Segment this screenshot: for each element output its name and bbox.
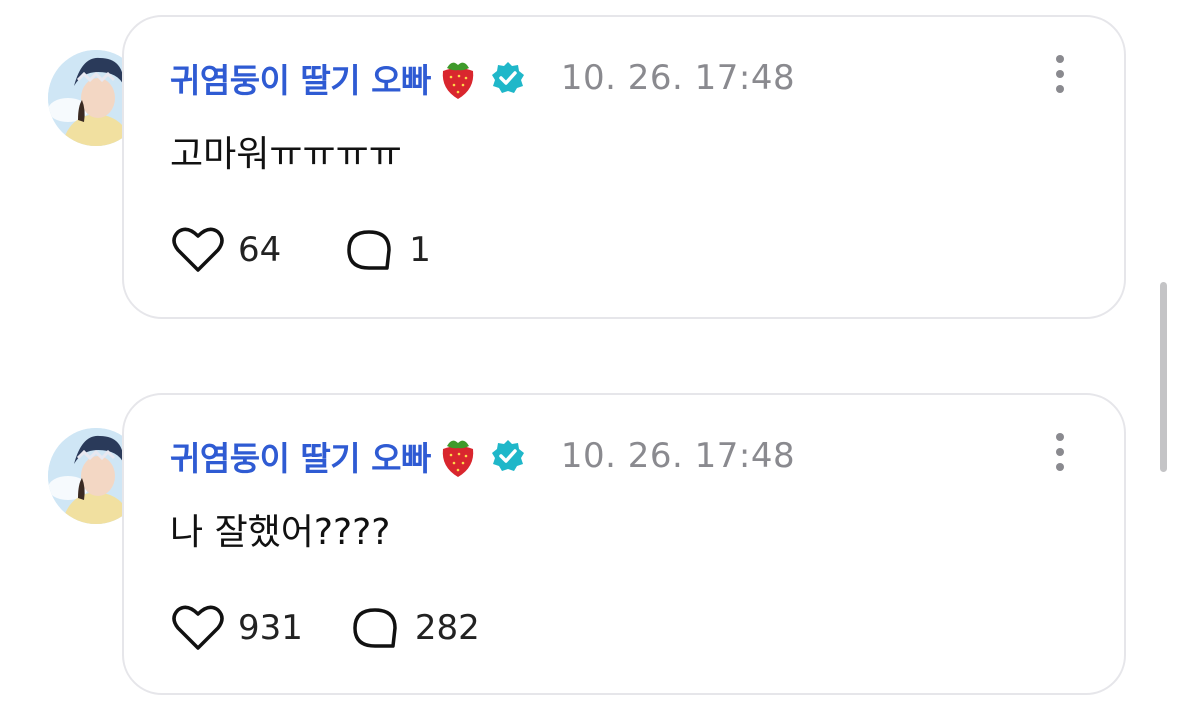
strawberry-icon	[437, 433, 479, 479]
author-name[interactable]: 귀염둥이 딸기 오빠	[170, 54, 431, 102]
more-options-icon[interactable]	[1050, 55, 1070, 95]
comment-actions: 64 1	[172, 225, 493, 275]
reply-count: 282	[414, 608, 480, 648]
comment-header: 귀염둥이 딸기 오빠 10. 26. 17:48	[170, 431, 795, 481]
like-button[interactable]: 931	[172, 604, 303, 652]
verified-badge-icon	[491, 61, 525, 95]
comment-text: 나 잘했어????	[170, 512, 391, 553]
speech-bubble-icon	[347, 230, 392, 270]
comment-card: 귀염둥이 딸기 오빠 10. 26. 17:48 나 잘했어???? 931 2…	[122, 393, 1126, 695]
strawberry-icon	[437, 55, 479, 101]
comment-card: 귀염둥이 딸기 오빠 10. 26. 17:48 고마워ㅠㅠㅠㅠ 64 1	[122, 15, 1126, 319]
reply-count: 1	[409, 230, 431, 270]
scrollbar[interactable]	[1160, 282, 1167, 472]
reply-button[interactable]: 282	[349, 604, 480, 652]
verified-badge-icon	[491, 439, 525, 473]
speech-bubble-icon	[353, 608, 397, 648]
author-name[interactable]: 귀염둥이 딸기 오빠	[170, 432, 431, 480]
comment-feed: 귀염둥이 딸기 오빠 10. 26. 17:48 고마워ㅠㅠㅠㅠ 64 1 귀염…	[0, 0, 1179, 723]
reply-button[interactable]: 1	[343, 226, 431, 274]
more-options-icon[interactable]	[1050, 433, 1070, 473]
comment-actions: 931 282	[172, 603, 542, 653]
like-count: 931	[238, 608, 303, 648]
timestamp: 10. 26. 17:48	[560, 58, 796, 98]
timestamp: 10. 26. 17:48	[560, 436, 796, 476]
comment-header: 귀염둥이 딸기 오빠 10. 26. 17:48	[170, 53, 795, 103]
comment-text: 고마워ㅠㅠㅠㅠ	[170, 134, 402, 175]
heart-icon	[172, 227, 224, 272]
heart-icon	[172, 605, 224, 650]
like-button[interactable]: 64	[172, 226, 281, 274]
like-count: 64	[238, 230, 282, 270]
